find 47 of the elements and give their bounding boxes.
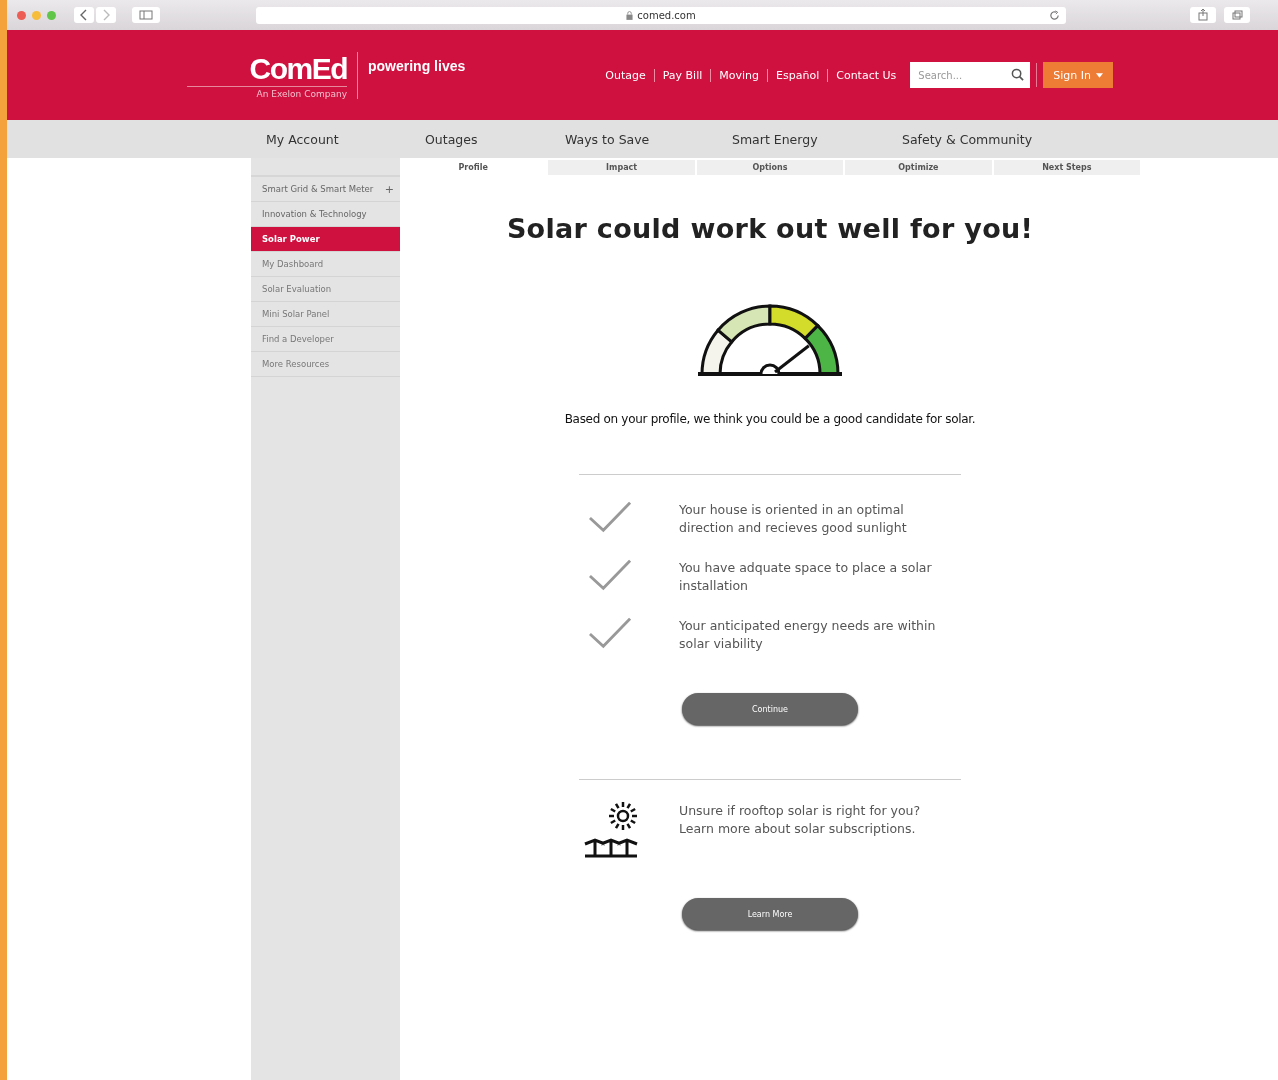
search-field[interactable]: Search... [910,62,1031,88]
step-tab[interactable]: Impact [548,160,695,175]
sidebar-item[interactable]: More Resources [251,352,400,377]
back-icon[interactable] [74,7,94,23]
nav-link[interactable]: Outages [425,131,565,147]
header-link[interactable]: Pay Bill [662,68,703,82]
sidebar-item[interactable]: Solar Power [251,227,400,252]
sidebar-icon[interactable] [132,7,160,23]
logo-subtitle: An Exelon Company [256,88,347,99]
learn-more-button[interactable]: Learn More [682,898,858,930]
header-link[interactable]: Español [776,68,820,82]
step-tab[interactable]: Options [696,160,844,175]
sidebar-item[interactable]: My Dashboard [251,252,400,277]
tagline: powering lives [367,56,466,76]
url-text: comed.com [637,9,696,21]
criterion-text: You have adquate space to place a solar installation [679,559,933,595]
search-icon[interactable] [1011,68,1025,81]
sidebar-item[interactable]: Mini Solar Panel [251,302,400,327]
sidebar-item[interactable]: Find a Developer [251,327,400,352]
promo-text: Unsure if rooftop solar is right for you? [679,802,922,820]
sidebar-item[interactable]: Solar Evaluation [251,277,400,302]
step-tab[interactable]: Optimize [845,160,992,175]
solar-panels-icon [583,802,639,858]
caret-icon [1096,72,1103,78]
continue-button[interactable]: Continue [682,693,858,725]
logo[interactable]: ComEd [187,51,347,87]
header-link[interactable]: Outage [605,68,646,82]
address-bar[interactable]: comed.com [256,6,1066,24]
criterion-text: Your anticipated energy needs are within solar viability [679,617,937,653]
nav-link[interactable]: Smart Energy [732,131,902,147]
page-title: Solar could work out well for you! [506,213,1034,244]
sign-in-button[interactable]: Sign In [1043,62,1113,88]
expand-icon[interactable]: + [384,182,394,196]
lock-icon [626,10,634,20]
summary-text: Based on your profile, we think you could be a good candidate for solar. [564,412,976,426]
nav-link[interactable]: Safety & Community [902,131,1033,147]
tabs-icon[interactable] [1224,7,1250,23]
header-link[interactable]: Contact Us [836,68,897,82]
sidebar-item[interactable]: Smart Grid & Smart Meter + [251,177,400,202]
criterion-text: Your house is oriented in an optimal direction and recieves good sunlight [679,501,908,537]
step-tab[interactable]: Next Steps [993,160,1141,175]
promo-text: Learn more about solar subscriptions. [679,820,917,838]
nav-link[interactable]: Ways to Save [565,131,732,147]
header-link[interactable]: Moving [719,68,760,82]
nav-link[interactable]: My Account [266,131,425,147]
share-icon[interactable] [1190,7,1216,23]
reload-icon[interactable] [1049,9,1060,21]
